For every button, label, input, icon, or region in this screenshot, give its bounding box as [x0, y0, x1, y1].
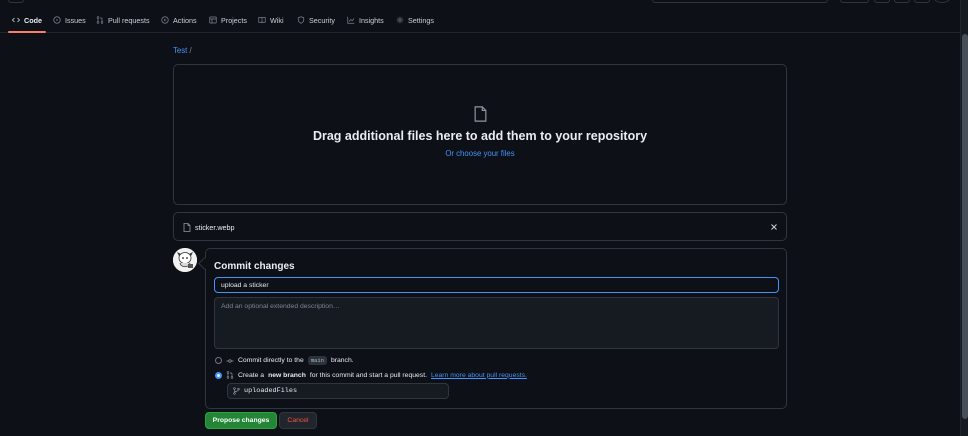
pulls-button[interactable]	[914, 0, 930, 3]
commit-icon	[226, 358, 234, 363]
issue-icon	[53, 16, 61, 24]
branch-name-input[interactable]	[244, 387, 434, 395]
code-icon	[12, 17, 20, 23]
breadcrumb: Test /	[173, 46, 192, 55]
breadcrumb-repo-link[interactable]: Test	[173, 46, 187, 55]
user-avatar[interactable]	[934, 0, 950, 3]
table-icon	[209, 16, 217, 24]
uploaded-file-row: sticker.webp	[173, 212, 787, 241]
new-branch-text-after: for this commit and start a pull request…	[309, 371, 427, 379]
commit-panel: Commit changes Commit directly to the ma…	[205, 248, 787, 409]
commit-message-input[interactable]	[214, 277, 779, 293]
close-icon[interactable]	[770, 223, 778, 231]
graph-icon	[347, 16, 355, 24]
tab-label: Actions	[173, 15, 197, 25]
cancel-button[interactable]: Cancel	[279, 412, 317, 429]
tab-pull-requests[interactable]: Pull requests	[96, 8, 150, 32]
commit-description-field[interactable]	[214, 297, 779, 349]
command-button[interactable]	[840, 0, 869, 3]
branch-icon	[233, 387, 240, 395]
pull-request-icon	[226, 371, 234, 379]
new-branch-text-before: Create a	[238, 371, 265, 379]
new-branch-option[interactable]: Create a new branch for this commit and …	[215, 371, 527, 379]
tab-label: Wiki	[270, 15, 284, 25]
tab-label: Pull requests	[108, 15, 150, 25]
choose-files-link[interactable]: choose your files	[456, 149, 515, 158]
header-remnant	[0, 0, 960, 5]
commit-direct-option[interactable]: Commit directly to the main branch.	[215, 356, 354, 365]
tab-label: Code	[24, 15, 42, 25]
propose-changes-button[interactable]: Propose changes	[205, 412, 277, 429]
tab-code[interactable]: Code	[8, 8, 46, 33]
book-icon	[258, 17, 266, 24]
commit-direct-radio[interactable]	[215, 357, 222, 364]
tab-wiki[interactable]: Wiki	[258, 8, 284, 32]
commit-direct-suffix: branch.	[330, 357, 354, 364]
tab-settings[interactable]: Settings	[396, 8, 434, 32]
tab-issues[interactable]: Issues	[53, 8, 86, 32]
new-branch-radio[interactable]	[215, 371, 222, 379]
branch-code-label: main	[307, 356, 327, 365]
scrollbar[interactable]	[960, 0, 968, 436]
tab-actions[interactable]: Actions	[161, 8, 197, 32]
issues-button[interactable]	[894, 0, 910, 3]
scrollbar-thumb[interactable]	[962, 34, 968, 419]
new-branch-bold: new branch	[268, 371, 306, 379]
tab-security[interactable]: Security	[297, 8, 335, 32]
shield-icon	[297, 16, 305, 24]
dropzone-title: Drag additional files here to add them t…	[312, 129, 648, 143]
gear-icon	[396, 16, 404, 24]
search-box[interactable]	[652, 0, 828, 3]
commit-direct-text: Commit directly to the	[238, 357, 304, 364]
commit-title: Commit changes	[214, 261, 295, 272]
avatar	[173, 248, 197, 272]
dropzone-prefix: Or	[445, 149, 454, 158]
create-button[interactable]	[874, 0, 890, 3]
tab-label: Insights	[359, 15, 384, 25]
file-dropzone[interactable]: Drag additional files here to add them t…	[173, 64, 787, 205]
tab-insights[interactable]: Insights	[347, 8, 384, 32]
repo-nav: Code Issues Pull requests Actions Projec…	[0, 8, 960, 33]
tab-label: Settings	[408, 15, 434, 25]
breadcrumb-separator: /	[189, 46, 192, 55]
file-icon	[474, 106, 487, 122]
tab-label: Security	[309, 15, 335, 25]
dropzone-subtitle: Or choose your files	[174, 149, 786, 158]
branch-name-field[interactable]	[227, 383, 449, 399]
learn-more-link[interactable]: Learn more about pull requests.	[431, 372, 527, 379]
tab-label: Issues	[65, 15, 86, 25]
menu-button[interactable]	[8, 0, 24, 3]
tab-projects[interactable]: Projects	[209, 8, 247, 32]
file-name: sticker.webp	[195, 223, 235, 232]
pull-request-icon	[96, 16, 104, 24]
play-icon	[161, 16, 169, 24]
tab-label: Projects	[221, 15, 247, 25]
file-icon	[183, 223, 191, 232]
